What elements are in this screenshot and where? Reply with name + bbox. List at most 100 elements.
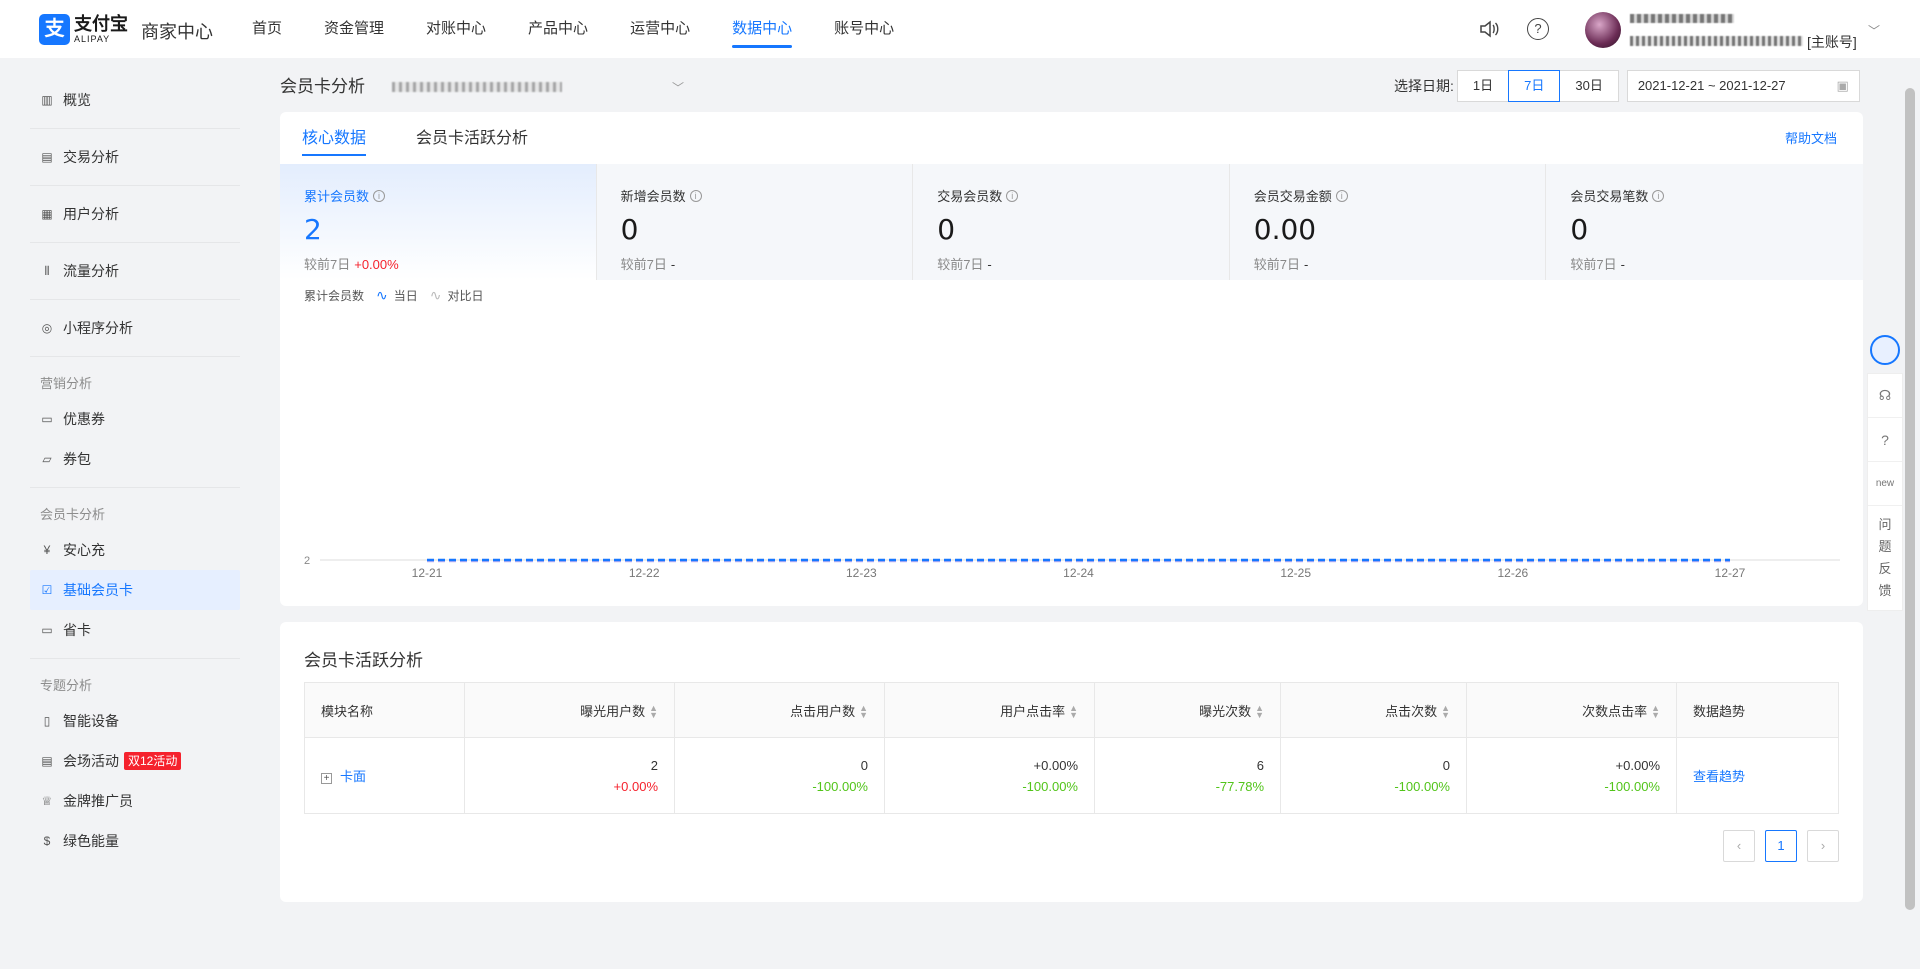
activity-title: 会员卡活跃分析: [304, 651, 423, 670]
nav-reconcile[interactable]: 对账中心: [426, 0, 486, 58]
sidebar-item-event[interactable]: ▤ 会场活动 双12活动: [30, 741, 240, 781]
metric-trading-members[interactable]: 交易会员数 i 0 较前7日 -: [913, 164, 1230, 280]
info-icon[interactable]: i: [1652, 189, 1665, 202]
activity-panel: 会员卡活跃分析 模块名称 曝光用户数 ▲ ▼ 点击用户数 ▲ ▼ 用户点击率 ▲ ▼ 曝光次…: [280, 622, 1863, 902]
y-tick-label: 2: [304, 555, 310, 567]
sidebar-item-mini-program[interactable]: ◎ 小程序分析: [30, 308, 240, 348]
logo-en: ALIPAY: [74, 34, 111, 44]
customer-service-icon[interactable]: ☊: [1868, 374, 1902, 418]
chevron-down-icon[interactable]: ﹀: [1868, 22, 1880, 39]
bar-chart-icon: ▥: [41, 93, 53, 107]
top-nav: 首页 资金管理 对账中心 产品中心 运营中心 数据中心 账号中心: [252, 0, 936, 58]
page-title: 会员卡分析: [280, 77, 365, 96]
sort-icon[interactable]: ▲ ▼: [1069, 704, 1078, 720]
merchant-center-title: 商家中心: [141, 22, 213, 42]
help-doc-link[interactable]: 帮助文档: [1785, 128, 1837, 147]
energy-icon: $: [43, 834, 51, 848]
nav-products[interactable]: 产品中心: [528, 0, 588, 58]
date-7d-button[interactable]: 7日: [1508, 70, 1561, 102]
sidebar-group-topic: 专题分析: [40, 677, 93, 693]
col-exposure-users[interactable]: 曝光用户数 ▲ ▼: [464, 682, 675, 738]
nav-home[interactable]: 首页: [252, 0, 282, 58]
table-header-row: 模块名称 曝光用户数 ▲ ▼ 点击用户数 ▲ ▼ 用户点击率 ▲ ▼ 曝光次数 ▲ ▼ 点击次数…: [304, 682, 1839, 738]
robot-assistant-icon[interactable]: [1870, 335, 1900, 365]
metric-member-trades[interactable]: 会员交易笔数 i 0 较前7日 -: [1546, 164, 1863, 280]
metric-change: -: [1620, 257, 1625, 272]
sidebar-item-anxinchong[interactable]: ¥ 安心充: [30, 530, 240, 570]
sort-icon[interactable]: ▲ ▼: [649, 704, 658, 720]
event-icon: ▤: [41, 754, 53, 768]
calendar-icon: ▣: [1836, 78, 1849, 93]
page-1-button[interactable]: 1: [1765, 830, 1797, 862]
sidebar-item-overview[interactable]: ▥ 概览: [30, 80, 240, 120]
view-trend-link[interactable]: 查看趋势: [1693, 769, 1745, 784]
sidebar-item-transaction[interactable]: ▤ 交易分析: [30, 137, 240, 177]
nav-funds[interactable]: 资金管理: [324, 0, 384, 58]
nav-data-center[interactable]: 数据中心: [732, 0, 793, 58]
col-click-users[interactable]: 点击用户数 ▲ ▼: [674, 682, 885, 738]
table-row: + 卡面 2 +0.00% 0 -100.00% +0.00% -100.00% 6 -7…: [304, 737, 1839, 814]
sort-icon[interactable]: ▲ ▼: [859, 704, 868, 720]
sidebar: ▥ 概览 ▤ 交易分析 ▦ 用户分析 ⫴ 流量分析 ◎ 小程序分析 营销分析 ▭…: [30, 80, 240, 861]
tab-core-data[interactable]: 核心数据: [302, 124, 367, 156]
metric-member-amount[interactable]: 会员交易金额 i 0.00 较前7日 -: [1230, 164, 1547, 280]
info-icon[interactable]: i: [689, 189, 702, 202]
sort-icon[interactable]: ▲ ▼: [1651, 704, 1660, 720]
sidebar-item-users[interactable]: ▦ 用户分析: [30, 194, 240, 234]
x-tick-label: 12-23: [846, 566, 877, 580]
sidebar-item-smart-device[interactable]: ▯ 智能设备: [30, 701, 240, 741]
metric-total-members[interactable]: 累计会员数 i 2 较前7日 +0.00%: [280, 164, 597, 280]
expand-icon[interactable]: +: [321, 773, 332, 784]
sidebar-item-basic-member-card[interactable]: ☑ 基础会员卡: [30, 570, 240, 610]
alipay-logo[interactable]: 支 支付宝 ALIPAY: [39, 14, 128, 45]
speaker-icon[interactable]: [1478, 18, 1500, 40]
account-id-redacted: [1630, 36, 1803, 46]
module-name[interactable]: 卡面: [340, 769, 366, 784]
next-page-button[interactable]: ›: [1807, 830, 1839, 862]
alipay-logo-mark: 支: [39, 14, 70, 45]
sidebar-item-save-card[interactable]: ▭ 省卡: [30, 610, 240, 650]
x-tick-label: 12-22: [629, 566, 660, 580]
feedback-button[interactable]: 问 题 反 馈: [1868, 506, 1902, 610]
sidebar-item-coupon[interactable]: ▭ 优惠券: [30, 399, 240, 439]
prev-page-button[interactable]: ‹: [1723, 830, 1755, 862]
metric-value: 0: [620, 213, 639, 246]
member-line-chart: 2 12-21 12-22 12-23 12-24 12-25 12-26 12-27: [304, 555, 1840, 580]
col-exposure-times[interactable]: 曝光次数 ▲ ▼: [1094, 682, 1281, 738]
sidebar-item-coupon-pack[interactable]: ▱ 券包: [30, 439, 240, 479]
x-tick-label: 12-24: [1063, 566, 1094, 580]
sort-icon[interactable]: ▲ ▼: [1255, 704, 1264, 720]
col-module: 模块名称: [304, 682, 465, 738]
page-scrollbar[interactable]: [1905, 88, 1915, 910]
nav-account[interactable]: 账号中心: [834, 0, 894, 58]
col-times-ctr[interactable]: 次数点击率 ▲ ▼: [1466, 682, 1677, 738]
date-range-picker[interactable]: 2021-12-21 ~ 2021-12-27 ▣: [1626, 70, 1860, 102]
sidebar-item-green-energy[interactable]: $ 绿色能量: [30, 821, 240, 861]
new-icon[interactable]: new: [1868, 462, 1902, 506]
sidebar-item-traffic[interactable]: ⫴ 流量分析: [30, 251, 240, 291]
info-icon[interactable]: i: [1335, 189, 1348, 202]
metric-change: -: [987, 257, 992, 272]
info-icon[interactable]: i: [373, 189, 386, 202]
col-click-times[interactable]: 点击次数 ▲ ▼: [1280, 682, 1467, 738]
sort-icon[interactable]: ▲ ▼: [1441, 704, 1450, 720]
card-selector[interactable]: ﹀: [392, 78, 692, 96]
help-icon[interactable]: ?: [1527, 18, 1549, 40]
yen-circle-icon: ¥: [43, 543, 51, 557]
sidebar-group-marketing: 营销分析: [40, 375, 93, 391]
metric-value: 2: [304, 213, 322, 246]
date-30d-button[interactable]: 30日: [1559, 70, 1619, 102]
col-user-ctr[interactable]: 用户点击率 ▲ ▼: [884, 682, 1095, 738]
question-icon[interactable]: ?: [1868, 418, 1902, 462]
x-tick-label: 12-25: [1280, 566, 1311, 580]
nav-operations[interactable]: 运营中心: [630, 0, 690, 58]
coupon-icon: ▭: [41, 412, 53, 426]
info-icon[interactable]: i: [1006, 189, 1019, 202]
metric-cards: 累计会员数 i 2 较前7日 +0.00% 新增会员数 i 0 较前7日 - 交易会员数…: [280, 164, 1863, 280]
metric-new-members[interactable]: 新增会员数 i 0 较前7日 -: [597, 164, 914, 280]
page-header: 会员卡分析: [280, 72, 365, 97]
avatar[interactable]: [1585, 12, 1621, 48]
sidebar-item-gold-promoter[interactable]: ♕ 金牌推广员: [30, 781, 240, 821]
date-1d-button[interactable]: 1日: [1456, 70, 1510, 102]
tab-member-activity[interactable]: 会员卡活跃分析: [416, 124, 528, 156]
